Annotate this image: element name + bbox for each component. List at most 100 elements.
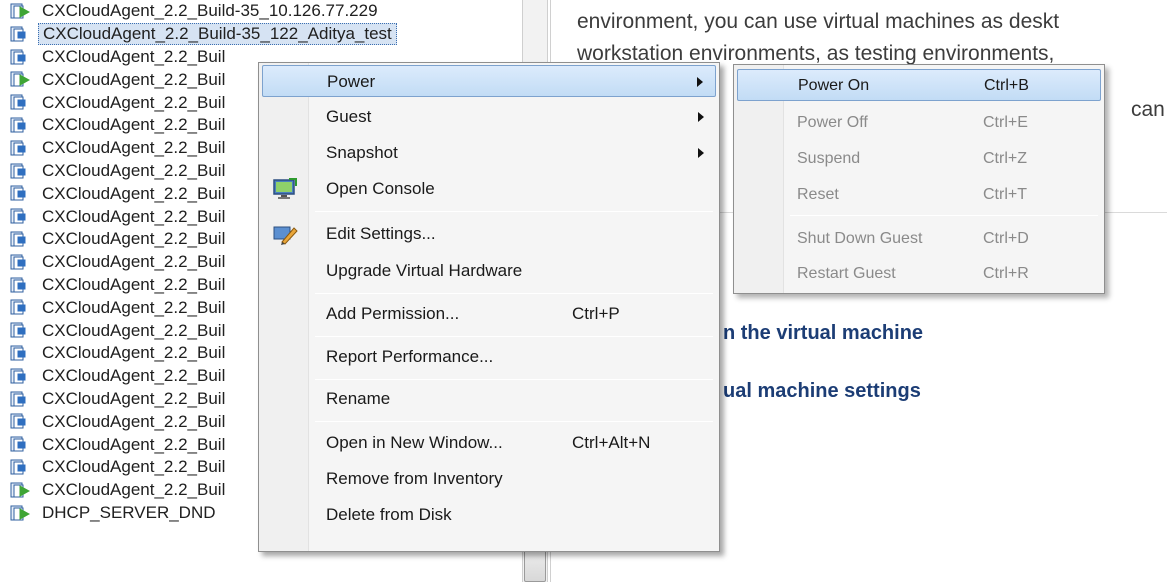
menu-item-edit-settings[interactable]: Edit Settings... [262,218,716,250]
console-icon [273,178,297,199]
submenu-item-suspend[interactable]: Suspend Ctrl+Z [737,143,1101,175]
menu-item-label: Upgrade Virtual Hardware [326,261,523,280]
vm-icon [10,436,26,452]
vm-icon [10,277,26,293]
tree-item-label: CXCloudAgent_2.2_Build-35_122_Aditya_tes… [38,23,397,46]
power-submenu: Power On Ctrl+B Power Off Ctrl+E Suspend… [733,64,1105,294]
menu-item-label: Guest [326,107,372,126]
menu-item-upgrade-hardware[interactable]: Upgrade Virtual Hardware [262,255,716,287]
vm-icon [10,185,26,201]
vm-powered-on-icon [10,482,30,498]
submenu-arrow-icon [698,112,704,122]
submenu-item-restart-guest[interactable]: Restart Guest Ctrl+R [737,258,1101,290]
summary-text-line: environment, you can use virtual machine… [577,10,1060,33]
menu-item-label: Open Console [326,179,435,198]
tree-item-label: CXCloudAgent_2.2_Buil [42,274,226,294]
vm-icon [10,49,26,65]
vm-context-menu: Power Guest Snapshot Open Console Edit S… [258,62,720,552]
menu-item-rename[interactable]: Rename [262,383,716,415]
menu-item-label: Power On [798,77,870,94]
submenu-item-reset[interactable]: Reset Ctrl+T [737,179,1101,211]
vm-powered-on-icon [10,71,30,87]
tree-item-label: CXCloudAgent_2.2_Buil [42,46,226,66]
menu-item-report-performance[interactable]: Report Performance... [262,341,716,373]
vm-icon [10,208,26,224]
tree-item-label: CXCloudAgent_2.2_Buil [42,320,226,340]
menu-item-open-new-window[interactable]: Open in New Window... Ctrl+Alt+N [262,427,716,459]
menu-item-shortcut: Ctrl+Z [983,150,1027,167]
vm-powered-on-icon [10,505,30,521]
vm-icon [10,413,26,429]
menu-item-delete-disk[interactable]: Delete from Disk [262,499,716,531]
tree-item-label: CXCloudAgent_2.2_Buil [42,183,226,203]
tree-item-label: CXCloudAgent_2.2_Buil [42,388,226,408]
menu-item-label: Power [327,72,376,91]
tree-item-vm[interactable]: CXCloudAgent_2.2_Build-35_122_Aditya_tes… [0,23,470,46]
edit-settings-icon [273,226,298,245]
summary-text-line: can n [1131,98,1167,121]
vm-icon [10,254,26,270]
submenu-item-power-off[interactable]: Power Off Ctrl+E [737,107,1101,139]
tree-item-label: CXCloudAgent_2.2_Buil [42,115,226,135]
submenu-arrow-icon [697,77,703,87]
menu-item-label: Reset [797,186,839,203]
menu-item-shortcut: Ctrl+E [983,114,1028,131]
tree-item-label: CXCloudAgent_2.2_Buil [42,206,226,226]
vm-icon [10,391,26,407]
tree-item-label: CXCloudAgent_2.2_Buil [42,434,226,454]
menu-item-shortcut: Ctrl+B [984,77,1029,94]
vm-icon [10,322,26,338]
menu-item-guest[interactable]: Guest [262,101,716,133]
tree-item-label: CXCloudAgent_2.2_Buil [42,297,226,317]
menu-item-shortcut: Ctrl+D [983,230,1029,247]
menu-item-label: Suspend [797,150,861,167]
menu-item-label: Add Permission... [326,304,460,323]
vm-icon [10,117,26,133]
vm-icon [10,231,26,247]
vm-icon [10,140,26,156]
tree-item-label: CXCloudAgent_2.2_Build-35_10.126.77.229 [42,1,378,21]
menu-item-label: Restart Guest [797,265,896,282]
submenu-item-power-on[interactable]: Power On Ctrl+B [737,69,1101,101]
menu-item-shortcut: Ctrl+P [572,304,620,323]
vm-icon [10,459,26,475]
power-on-vm-link[interactable]: n the virtual machine [723,322,923,345]
tree-item-label: CXCloudAgent_2.2_Buil [42,366,226,386]
menu-item-label: Remove from Inventory [326,469,503,488]
edit-vm-settings-link[interactable]: ual machine settings [723,380,921,403]
tree-item-label: CXCloudAgent_2.2_Buil [42,411,226,431]
vm-icon [10,299,26,315]
vm-icon [10,368,26,384]
menu-separator [315,293,713,294]
tree-item-label: CXCloudAgent_2.2_Buil [42,69,226,89]
menu-item-remove-inventory[interactable]: Remove from Inventory [262,463,716,495]
menu-separator [315,421,713,422]
tree-item-label: CXCloudAgent_2.2_Buil [42,252,226,272]
menu-item-label: Rename [326,389,391,408]
tree-item-label: CXCloudAgent_2.2_Buil [42,480,226,500]
menu-item-snapshot[interactable]: Snapshot [262,137,716,169]
menu-item-shortcut: Ctrl+Alt+N [572,433,651,452]
menu-separator [790,215,1098,216]
menu-item-shortcut: Ctrl+R [983,265,1029,282]
menu-item-open-console[interactable]: Open Console [262,173,716,205]
menu-item-label: Report Performance... [326,347,494,366]
tree-item-vm[interactable]: CXCloudAgent_2.2_Build-35_10.126.77.229 [0,0,470,23]
menu-item-label: Shut Down Guest [797,230,923,247]
tree-item-label: CXCloudAgent_2.2_Buil [42,343,226,363]
menu-item-label: Power Off [797,114,868,131]
tree-item-label: CXCloudAgent_2.2_Buil [42,160,226,180]
menu-item-label: Delete from Disk [326,505,452,524]
tree-item-label: CXCloudAgent_2.2_Buil [42,457,226,477]
tree-item-label: DHCP_SERVER_DND [42,502,216,522]
scrollbar-thumb[interactable] [524,548,546,582]
menu-item-shortcut: Ctrl+T [983,186,1027,203]
menu-item-power[interactable]: Power [262,65,716,97]
menu-item-label: Open in New Window... [326,433,503,452]
menu-separator [315,211,713,212]
menu-item-label: Edit Settings... [326,224,436,243]
menu-item-add-permission[interactable]: Add Permission... Ctrl+P [262,298,716,330]
vm-icon [10,163,26,179]
submenu-item-shutdown-guest[interactable]: Shut Down Guest Ctrl+D [737,223,1101,255]
tree-item-label: CXCloudAgent_2.2_Buil [42,229,226,249]
